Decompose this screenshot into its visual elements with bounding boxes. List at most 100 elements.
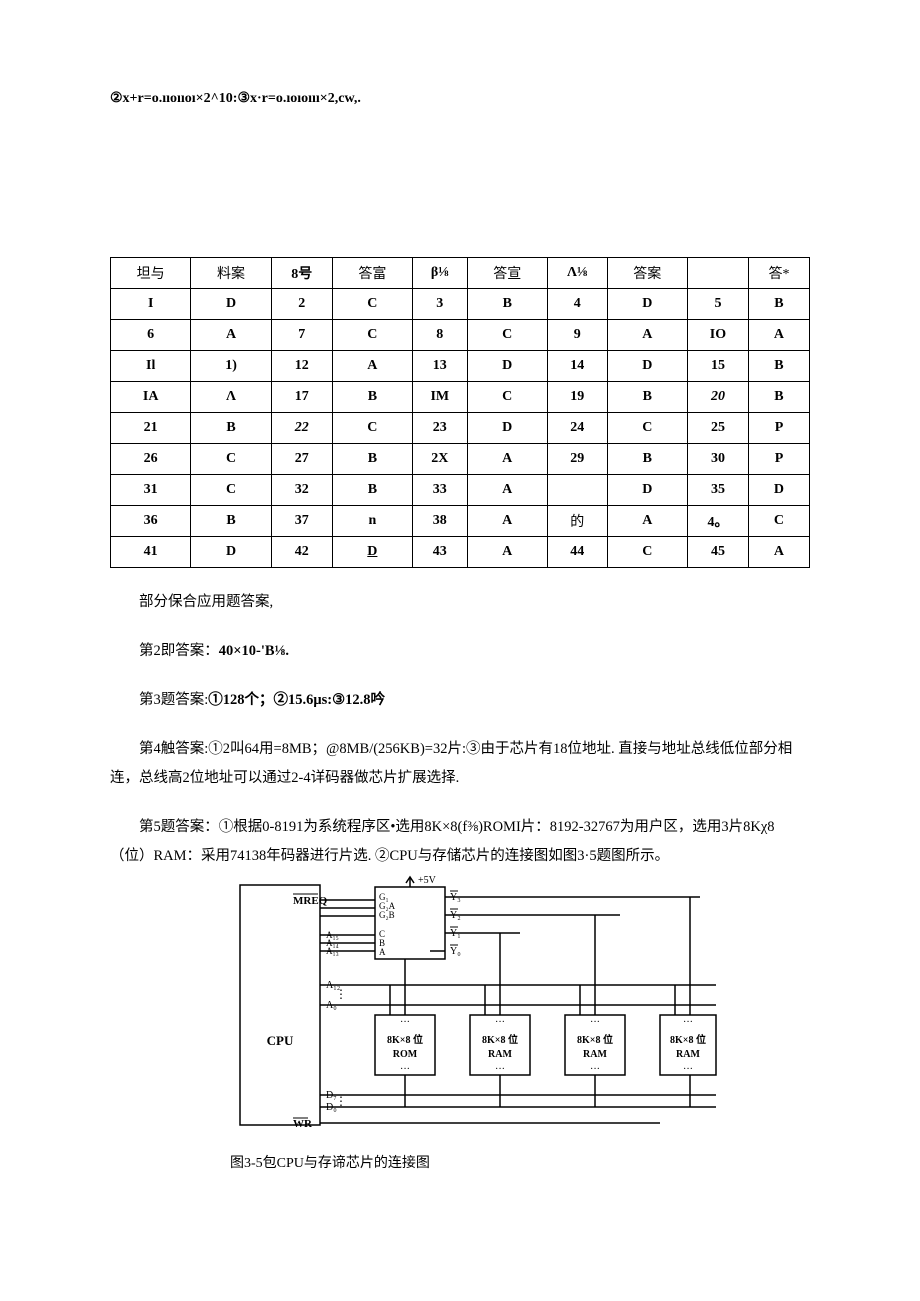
cell: D bbox=[607, 475, 687, 506]
hdr-text: 8号 bbox=[291, 267, 312, 282]
hdr-cell: 答宣 bbox=[467, 258, 547, 289]
cell: 20 bbox=[687, 382, 748, 413]
cell: 15 bbox=[687, 351, 748, 382]
cell: B bbox=[607, 444, 687, 475]
chip3-line1: 8K×8 位 bbox=[577, 1033, 613, 1046]
q5-prefix: 第5题答案： bbox=[139, 819, 219, 835]
cell: A bbox=[332, 351, 412, 382]
cell: C bbox=[607, 413, 687, 444]
cell: Il bbox=[111, 351, 191, 382]
table-row: 41 D 42 D 43 A 44 C 45 A bbox=[111, 537, 810, 568]
cell: C bbox=[191, 475, 271, 506]
cell: 44 bbox=[547, 537, 607, 568]
dots: ··· bbox=[400, 1017, 410, 1028]
table-row: 21 B 22 C 23 D 24 C 25 P bbox=[111, 413, 810, 444]
cell: 27 bbox=[271, 444, 332, 475]
table-row: Il 1) 12 A 13 D 14 D 15 B bbox=[111, 351, 810, 382]
table-row: 31 C 32 B 33 A D 35 D bbox=[111, 475, 810, 506]
cell: 1) bbox=[191, 351, 271, 382]
cell: C bbox=[607, 537, 687, 568]
label-y1: Y₁ bbox=[450, 928, 461, 939]
cell: 41 bbox=[111, 537, 191, 568]
answer-q4: 第4触答案:①2叫64用=8MB；@8MB/(256KB)=32片:③由于芯片有… bbox=[110, 735, 810, 793]
cell: 19 bbox=[547, 382, 607, 413]
cell: 38 bbox=[413, 506, 468, 537]
cell: A bbox=[748, 320, 809, 351]
cell: B bbox=[748, 289, 809, 320]
cell: 21 bbox=[111, 413, 191, 444]
cell: B bbox=[748, 351, 809, 382]
cell: 36 bbox=[111, 506, 191, 537]
chip1-line2: ROM bbox=[393, 1049, 418, 1060]
cell: B bbox=[332, 475, 412, 506]
cell: D bbox=[607, 289, 687, 320]
dots: ··· bbox=[683, 1017, 693, 1028]
cell: C bbox=[332, 320, 412, 351]
cell: B bbox=[467, 289, 547, 320]
chip4-line1: 8K×8 位 bbox=[670, 1033, 706, 1046]
label-y2: Y₂ bbox=[450, 910, 461, 921]
dots: ··· bbox=[683, 1064, 693, 1075]
cell: IO bbox=[687, 320, 748, 351]
cell: 2 bbox=[271, 289, 332, 320]
label-5v: +5V bbox=[418, 875, 437, 886]
hdr-cell: 8号 bbox=[271, 258, 332, 289]
table-row: I D 2 C 3 B 4 D 5 B bbox=[111, 289, 810, 320]
cell: B bbox=[748, 382, 809, 413]
hdr-cell: 料案 bbox=[191, 258, 271, 289]
cell: IA bbox=[111, 382, 191, 413]
cell: 22 bbox=[271, 413, 332, 444]
q2-body: 40×10-'B⅛. bbox=[219, 643, 289, 659]
dots: ··· bbox=[495, 1064, 505, 1075]
cell: D bbox=[332, 537, 412, 568]
cell: C bbox=[467, 320, 547, 351]
cell: 5 bbox=[687, 289, 748, 320]
cell: 43 bbox=[413, 537, 468, 568]
dots: ··· bbox=[590, 1064, 600, 1075]
cell: 的 bbox=[547, 506, 607, 537]
cell: 29 bbox=[547, 444, 607, 475]
cell: 37 bbox=[271, 506, 332, 537]
cell: 14 bbox=[547, 351, 607, 382]
cell: Λ bbox=[191, 382, 271, 413]
label-a13: A₁₃ bbox=[326, 946, 339, 956]
cell: 45 bbox=[687, 537, 748, 568]
cell: 25 bbox=[687, 413, 748, 444]
dots: ··· bbox=[495, 1017, 505, 1028]
label-gib: G₂B bbox=[379, 910, 395, 920]
cell: 32 bbox=[271, 475, 332, 506]
hdr-cell: 答富 bbox=[332, 258, 412, 289]
cell: 9 bbox=[547, 320, 607, 351]
cell: B bbox=[191, 413, 271, 444]
hdr-cell: 答* bbox=[748, 258, 809, 289]
table-row: IA Λ 17 B IM C 19 B 20 B bbox=[111, 382, 810, 413]
cell: D bbox=[467, 413, 547, 444]
page: ②x+r=o.ııoııoı×2^10:③x·r=o.ıoıoııı×2,cw,… bbox=[0, 0, 920, 1232]
cell: 4。 bbox=[687, 506, 748, 537]
hdr-cell: β⅛ bbox=[413, 258, 468, 289]
q4-prefix: 第4触答案: bbox=[139, 741, 208, 757]
cell: A bbox=[467, 475, 547, 506]
intro-paragraph: 部分保合应用题答案, bbox=[110, 588, 810, 617]
cell: A bbox=[467, 537, 547, 568]
answer-q2: 第2即答案：40×10-'B⅛. bbox=[110, 637, 810, 666]
chip3-line2: RAM bbox=[583, 1049, 607, 1060]
vdots: ⋮ bbox=[335, 1094, 347, 1108]
cell: B bbox=[332, 382, 412, 413]
answer-q3: 第3题答案:①128个；②15.6μs:③12.8吟 bbox=[110, 686, 810, 715]
cell: A bbox=[607, 506, 687, 537]
cell: C bbox=[332, 289, 412, 320]
figure-caption: 图3-5包CPU与存谛芯片的连接图 bbox=[230, 1152, 810, 1172]
label-y3: Y₃ bbox=[450, 892, 461, 903]
cell: 6 bbox=[111, 320, 191, 351]
label-wr: WR bbox=[293, 1118, 313, 1130]
table-row: 26 C 27 B 2X A 29 B 30 P bbox=[111, 444, 810, 475]
cell: 17 bbox=[271, 382, 332, 413]
cell: D bbox=[467, 351, 547, 382]
cell: A bbox=[467, 506, 547, 537]
dots: ··· bbox=[590, 1017, 600, 1028]
cell: 35 bbox=[687, 475, 748, 506]
cell: D bbox=[191, 537, 271, 568]
q2-prefix: 第2即答案： bbox=[139, 643, 219, 659]
hdr-cell bbox=[687, 258, 748, 289]
